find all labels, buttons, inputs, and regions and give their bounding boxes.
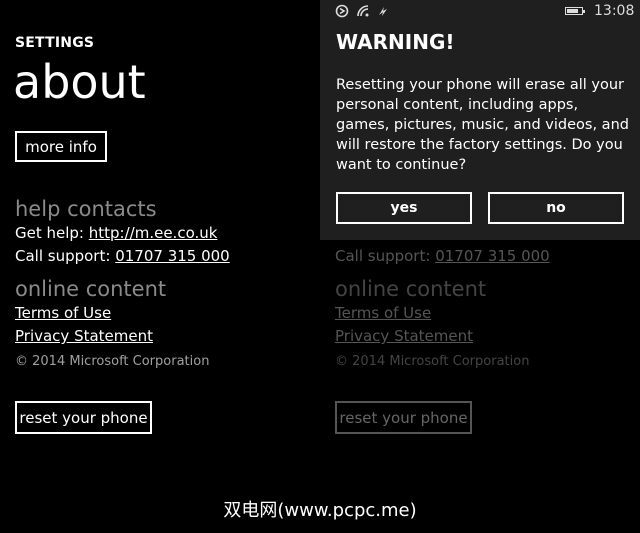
online-content-heading-dim: online content xyxy=(335,277,487,301)
status-time: 13:08 xyxy=(594,3,635,19)
warning-dialog: 13:08 WARNING! Resetting your phone will… xyxy=(320,0,640,240)
get-help-link[interactable]: http://m.ee.co.uk xyxy=(89,224,218,242)
terms-row: Terms of Use xyxy=(15,304,111,322)
get-help-row: Get help: http://m.ee.co.uk xyxy=(15,224,217,242)
call-support-row: Call support: 01707 315 000 xyxy=(15,247,230,265)
call-support-label-dim: Call support: xyxy=(335,247,431,265)
online-content-heading: online content xyxy=(15,277,167,301)
copyright-text: © 2014 Microsoft Corporation xyxy=(15,354,210,369)
reset-phone-button[interactable]: reset your phone xyxy=(15,401,152,434)
call-support-link[interactable]: 01707 315 000 xyxy=(115,247,230,265)
get-help-label: Get help: xyxy=(15,224,84,242)
yes-button[interactable]: yes xyxy=(336,192,472,224)
terms-of-use-link[interactable]: Terms of Use xyxy=(15,304,111,322)
left-phone-screen: SETTINGS about more info help contacts G… xyxy=(0,0,320,480)
warning-message: Resetting your phone will erase all your… xyxy=(336,77,629,173)
wifi-icon xyxy=(355,4,371,18)
nfc-icon xyxy=(334,4,350,18)
copyright-text-dim: © 2014 Microsoft Corporation xyxy=(335,354,530,369)
privacy-statement-link[interactable]: Privacy Statement xyxy=(15,327,153,345)
more-info-button[interactable]: more info xyxy=(15,131,107,162)
call-support-row-dim: Call support: 01707 315 000 xyxy=(335,247,550,265)
warning-title: WARNING! xyxy=(336,30,455,54)
settings-label: SETTINGS xyxy=(15,35,95,51)
call-support-label: Call support: xyxy=(15,247,111,265)
page-title: about xyxy=(13,55,146,109)
watermark-text: 双电网(www.pcpc.me) xyxy=(223,500,417,521)
terms-row-dim: Terms of Use xyxy=(335,304,431,322)
privacy-row-dim: Privacy Statement xyxy=(335,327,473,345)
battery-icon xyxy=(565,7,585,15)
reset-phone-button-dim: reset your phone xyxy=(335,401,472,434)
privacy-row: Privacy Statement xyxy=(15,327,153,345)
help-contacts-heading: help contacts xyxy=(15,197,157,221)
no-button[interactable]: no xyxy=(488,192,624,224)
data-connection-icon xyxy=(375,4,391,18)
terms-of-use-link-dim: Terms of Use xyxy=(335,304,432,322)
call-support-link-dim: 01707 315 000 xyxy=(435,247,550,265)
privacy-statement-link-dim: Privacy Statement xyxy=(335,327,474,345)
